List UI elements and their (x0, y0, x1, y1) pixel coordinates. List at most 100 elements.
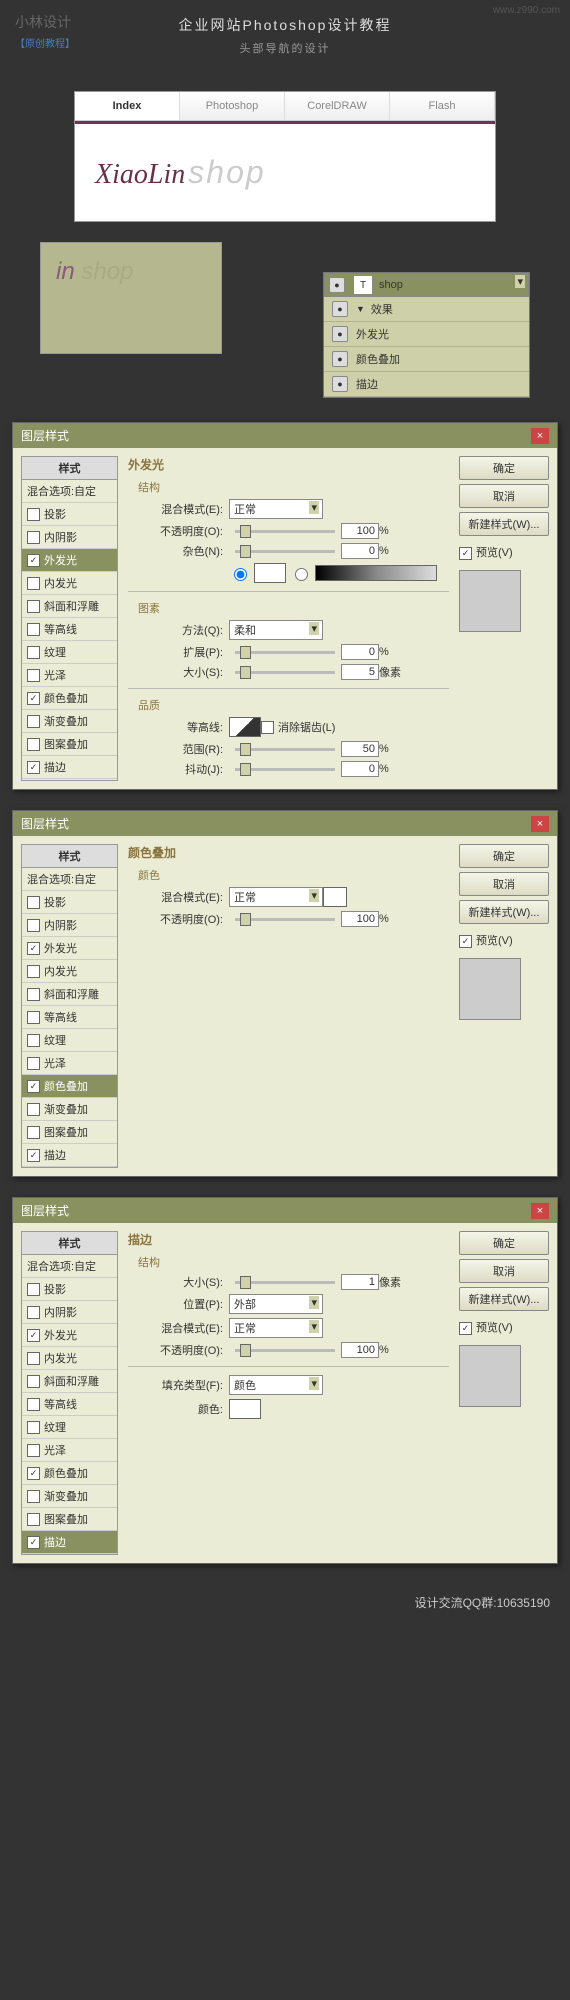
contour-picker[interactable] (229, 717, 261, 737)
visibility-icon[interactable]: ● (332, 351, 348, 367)
close-icon[interactable]: × (531, 816, 549, 832)
new-style-button[interactable]: 新建样式(W)... (459, 900, 549, 924)
style-stroke[interactable]: 描边 (22, 1531, 117, 1554)
tab-flash[interactable]: Flash (390, 92, 495, 120)
style-pattoverlay[interactable]: 图案叠加 (22, 1508, 117, 1531)
range-input[interactable]: 50 (341, 741, 379, 757)
style-gradoverlay[interactable]: 渐变叠加 (22, 1098, 117, 1121)
style-outerglow[interactable]: 外发光 (22, 937, 117, 960)
new-style-button[interactable]: 新建样式(W)... (459, 512, 549, 536)
gradient-radio[interactable] (295, 568, 308, 581)
layer-shop[interactable]: ● T shop (324, 273, 529, 297)
size-slider[interactable] (235, 671, 335, 674)
fill-type-select[interactable]: 颜色 (229, 1375, 323, 1395)
layer-outerglow[interactable]: ●外发光 (324, 322, 529, 347)
style-outerglow[interactable]: 外发光 (22, 1324, 117, 1347)
noise-slider[interactable] (235, 550, 335, 553)
layer-coloroverlay[interactable]: ●颜色叠加 (324, 347, 529, 372)
style-coloroverlay[interactable]: 颜色叠加 (22, 1075, 117, 1098)
style-satin[interactable]: 光泽 (22, 1439, 117, 1462)
spread-slider[interactable] (235, 651, 335, 654)
preview-check[interactable] (459, 935, 472, 948)
style-dropshadow[interactable]: 投影 (22, 1278, 117, 1301)
size-slider[interactable] (235, 1281, 335, 1284)
blend-options[interactable]: 混合选项:自定 (22, 868, 117, 891)
style-texture[interactable]: 纹理 (22, 641, 117, 664)
color-radio[interactable] (234, 568, 247, 581)
style-dropshadow[interactable]: 投影 (22, 891, 117, 914)
opacity-input[interactable]: 100 (341, 911, 379, 927)
style-stroke[interactable]: 描边 (22, 756, 117, 779)
style-outerglow[interactable]: 外发光 (22, 549, 117, 572)
style-dropshadow[interactable]: 投影 (22, 503, 117, 526)
style-pattoverlay[interactable]: 图案叠加 (22, 1121, 117, 1144)
glow-color-swatch[interactable] (254, 563, 286, 583)
style-innershadow[interactable]: 内阴影 (22, 1301, 117, 1324)
glow-gradient[interactable] (315, 565, 437, 581)
method-select[interactable]: 柔和 (229, 620, 323, 640)
stroke-color-swatch[interactable] (229, 1399, 261, 1419)
overlay-color-swatch[interactable] (323, 887, 347, 907)
cancel-button[interactable]: 取消 (459, 1259, 549, 1283)
style-bevel[interactable]: 斜面和浮雕 (22, 1370, 117, 1393)
style-texture[interactable]: 纹理 (22, 1416, 117, 1439)
ok-button[interactable]: 确定 (459, 1231, 549, 1255)
noise-input[interactable]: 0 (341, 543, 379, 559)
close-icon[interactable]: × (531, 1203, 549, 1219)
style-bevel[interactable]: 斜面和浮雕 (22, 983, 117, 1006)
antialias-check[interactable] (261, 721, 274, 734)
layer-stroke[interactable]: ●描边 (324, 372, 529, 397)
style-innerglow[interactable]: 内发光 (22, 960, 117, 983)
opacity-input[interactable]: 100 (341, 523, 379, 539)
style-coloroverlay[interactable]: 颜色叠加 (22, 1462, 117, 1485)
spread-input[interactable]: 0 (341, 644, 379, 660)
style-gradoverlay[interactable]: 渐变叠加 (22, 710, 117, 733)
preview-check[interactable] (459, 547, 472, 560)
close-icon[interactable]: × (531, 428, 549, 444)
opacity-slider[interactable] (235, 530, 335, 533)
visibility-icon[interactable]: ● (332, 301, 348, 317)
opacity-slider[interactable] (235, 918, 335, 921)
ok-button[interactable]: 确定 (459, 456, 549, 480)
size-input[interactable]: 1 (341, 1274, 379, 1290)
tab-index[interactable]: Index (75, 92, 180, 120)
style-contour[interactable]: 等高线 (22, 1393, 117, 1416)
visibility-icon[interactable]: ● (332, 376, 348, 392)
visibility-icon[interactable]: ● (332, 326, 348, 342)
style-stroke[interactable]: 描边 (22, 1144, 117, 1167)
style-gradoverlay[interactable]: 渐变叠加 (22, 1485, 117, 1508)
tab-coreldraw[interactable]: CorelDRAW (285, 92, 390, 120)
style-innerglow[interactable]: 内发光 (22, 1347, 117, 1370)
position-select[interactable]: 外部 (229, 1294, 323, 1314)
style-contour[interactable]: 等高线 (22, 618, 117, 641)
style-innershadow[interactable]: 内阴影 (22, 526, 117, 549)
style-innershadow[interactable]: 内阴影 (22, 914, 117, 937)
tab-photoshop[interactable]: Photoshop (180, 92, 285, 120)
jitter-slider[interactable] (235, 768, 335, 771)
style-innerglow[interactable]: 内发光 (22, 572, 117, 595)
blend-mode-select[interactable]: 正常 (229, 499, 323, 519)
preview-check[interactable] (459, 1322, 472, 1335)
blend-mode-select[interactable]: 正常 (229, 887, 323, 907)
style-contour[interactable]: 等高线 (22, 1006, 117, 1029)
opacity-slider[interactable] (235, 1349, 335, 1352)
style-pattoverlay[interactable]: 图案叠加 (22, 733, 117, 756)
style-texture[interactable]: 纹理 (22, 1029, 117, 1052)
cancel-button[interactable]: 取消 (459, 872, 549, 896)
style-bevel[interactable]: 斜面和浮雕 (22, 595, 117, 618)
cancel-button[interactable]: 取消 (459, 484, 549, 508)
layer-fx[interactable]: ●▼效果 (324, 297, 529, 322)
new-style-button[interactable]: 新建样式(W)... (459, 1287, 549, 1311)
jitter-input[interactable]: 0 (341, 761, 379, 777)
ok-button[interactable]: 确定 (459, 844, 549, 868)
blend-options[interactable]: 混合选项:自定 (22, 480, 117, 503)
size-input[interactable]: 5 (341, 664, 379, 680)
opacity-input[interactable]: 100 (341, 1342, 379, 1358)
style-satin[interactable]: 光泽 (22, 664, 117, 687)
blend-options[interactable]: 混合选项:自定 (22, 1255, 117, 1278)
visibility-icon[interactable]: ● (329, 277, 345, 293)
style-satin[interactable]: 光泽 (22, 1052, 117, 1075)
range-slider[interactable] (235, 748, 335, 751)
style-coloroverlay[interactable]: 颜色叠加 (22, 687, 117, 710)
blend-mode-select[interactable]: 正常 (229, 1318, 323, 1338)
